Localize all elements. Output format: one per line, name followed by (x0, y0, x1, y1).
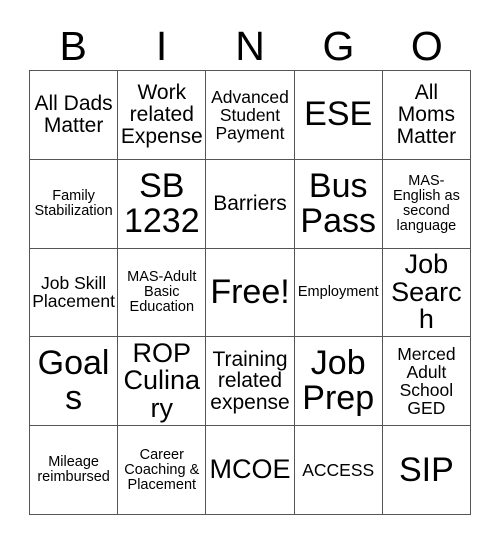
bingo-cell-r3c5[interactable]: Job Search (382, 248, 471, 338)
bingo-cell-r5c4[interactable]: ACCESS (294, 426, 383, 515)
bingo-cell-label: ESE (304, 95, 373, 134)
bingo-cell-r5c5[interactable]: SIP (382, 426, 471, 515)
bingo-header-row: B I N G O (29, 22, 471, 70)
bingo-cell-r1c3[interactable]: Advanced Student Payment (206, 71, 295, 160)
bingo-cell-r1c2[interactable]: Work related Expense (118, 71, 207, 160)
bingo-header-letter-o: O (410, 22, 443, 69)
bingo-cell-r1c5[interactable]: All Moms Matter (382, 71, 471, 160)
bingo-cell-label: Barriers (213, 191, 287, 215)
bingo-cell-r5c2[interactable]: Career Coaching & Placement (118, 426, 207, 515)
bingo-cell-r1c4[interactable]: ESE (294, 71, 383, 160)
bingo-cell-label: Goals (37, 344, 110, 418)
bingo-grid: All Dads Matter Work related Expense Adv… (29, 70, 471, 515)
bingo-cell-r4c3[interactable]: Training related expense (206, 337, 295, 427)
bingo-cell-label: Work related Expense (120, 81, 203, 148)
bingo-cell-label: Job Search (391, 248, 462, 335)
bingo-cell-r2c3[interactable]: Barriers (206, 159, 295, 249)
bingo-cell-r4c2[interactable]: ROP Culinary (118, 337, 207, 427)
bingo-cell-label: All Moms Matter (396, 81, 457, 148)
bingo-cell-r3c4[interactable]: Employment (294, 248, 383, 338)
bingo-cell-label: MAS-Adult Basic Education (127, 269, 197, 315)
bingo-cell-label: Employment (297, 284, 379, 301)
bingo-cell-r4c1[interactable]: Goals (30, 337, 119, 427)
bingo-cell-label: Mileage reimbursed (37, 454, 110, 486)
bingo-cell-label: ACCESS (302, 460, 375, 481)
bingo-cell-label: Bus Pass (300, 166, 376, 240)
bingo-cell-label: Career Coaching & Placement (124, 446, 200, 493)
bingo-cell-free-space[interactable]: Free! (206, 248, 295, 338)
bingo-cell-label: Family Stabilization (34, 187, 113, 219)
bingo-cell-label: Job Skill Placement (32, 273, 115, 312)
bingo-cell-label: All Dads Matter (34, 92, 113, 137)
bingo-cell-r2c2[interactable]: SB 1232 (118, 159, 207, 249)
bingo-cell-r4c5[interactable]: Merced Adult School GED (382, 337, 471, 427)
bingo-header-letter-n: N (235, 22, 265, 69)
bingo-cell-label: Merced Adult School GED (397, 344, 456, 419)
bingo-cell-label: SIP (398, 450, 454, 489)
bingo-header-letter-i: I (155, 22, 168, 69)
bingo-cell-label: Free! (210, 272, 290, 311)
bingo-cell-r2c5[interactable]: MAS-English as second language (382, 159, 471, 249)
bingo-cell-label: Job Prep (302, 344, 375, 418)
bingo-header-letter-g: G (322, 22, 355, 69)
bingo-cell-r2c4[interactable]: Bus Pass (294, 159, 383, 249)
bingo-cell-label: MAS-English as second language (392, 172, 460, 234)
bingo-cell-label: ROP Culinary (123, 337, 201, 424)
bingo-cell-label: SB 1232 (123, 166, 200, 240)
bingo-cell-label: MCOE (209, 454, 291, 485)
bingo-cell-r5c1[interactable]: Mileage reimbursed (30, 426, 119, 515)
bingo-cell-r3c1[interactable]: Job Skill Placement (30, 248, 119, 338)
bingo-header-letter-b: B (59, 22, 87, 69)
bingo-card: B I N G O All Dads Matter Work related E… (0, 0, 500, 544)
bingo-cell-label: Advanced Student Payment (211, 86, 289, 143)
bingo-cell-label: Training related expense (210, 347, 290, 415)
bingo-cell-r3c2[interactable]: MAS-Adult Basic Education (118, 248, 207, 338)
bingo-cell-r2c1[interactable]: Family Stabilization (30, 159, 119, 249)
bingo-cell-r4c4[interactable]: Job Prep (294, 337, 383, 427)
bingo-cell-r5c3[interactable]: MCOE (206, 426, 295, 515)
bingo-cell-r1c1[interactable]: All Dads Matter (30, 71, 119, 160)
